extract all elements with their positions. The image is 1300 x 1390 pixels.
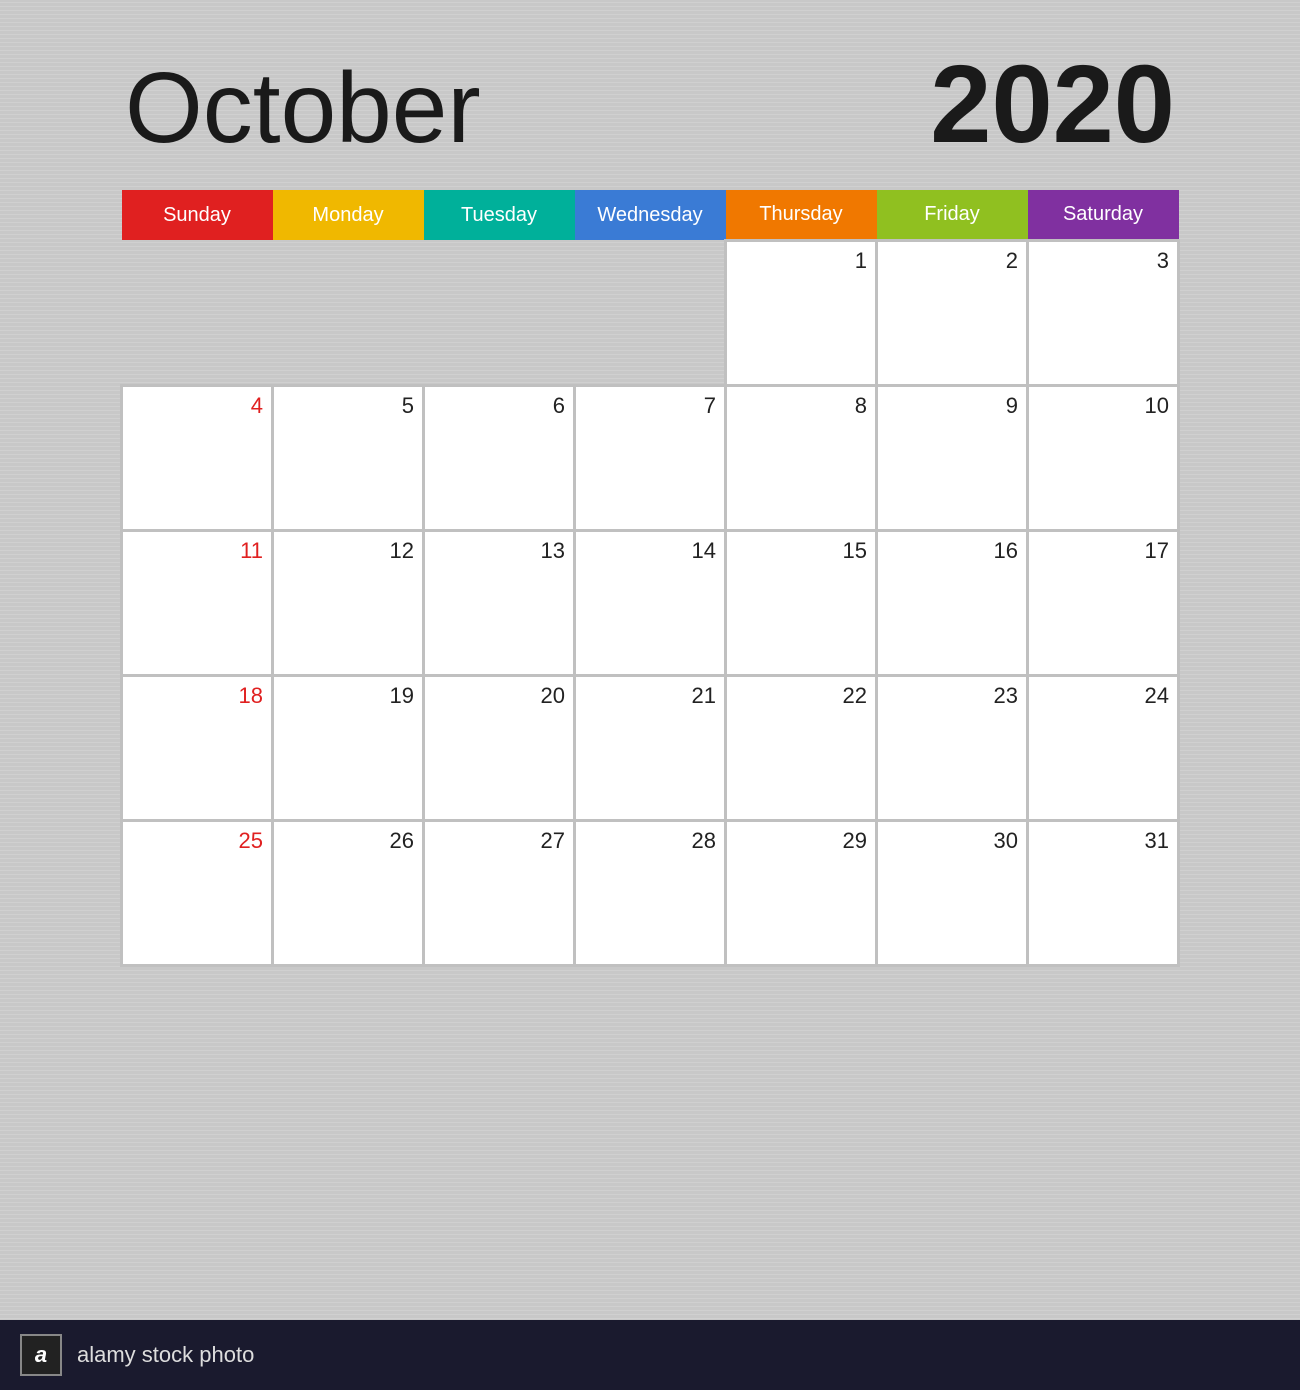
day-cell-2-4: 15 bbox=[726, 530, 877, 675]
month-title: October bbox=[125, 58, 481, 158]
day-cell-4-6: 31 bbox=[1028, 820, 1179, 965]
day-number-3: 3 bbox=[1029, 248, 1169, 274]
week-row-2: 456789 10 bbox=[122, 385, 1179, 530]
day-cell-0-2 bbox=[424, 240, 575, 385]
day-cell-3-3: 21 bbox=[575, 675, 726, 820]
day-cell-2-5: 16 bbox=[877, 530, 1028, 675]
day-number-19: 19 bbox=[274, 683, 414, 709]
day-cell-4-3: 28 bbox=[575, 820, 726, 965]
alamy-logo: a bbox=[20, 1334, 62, 1376]
day-number-2: 2 bbox=[878, 248, 1018, 274]
day-cell-4-1: 26 bbox=[273, 820, 424, 965]
day-number-1: 1 bbox=[727, 248, 867, 274]
day-number-9: 9 bbox=[878, 393, 1018, 419]
week-row-4: 18 19 20 21 22 23 24 bbox=[122, 675, 1179, 820]
day-cell-1-4: 8 bbox=[726, 385, 877, 530]
day-cell-3-2: 20 bbox=[424, 675, 575, 820]
day-cell-4-4: 29 bbox=[726, 820, 877, 965]
day-cell-1-0: 4 bbox=[122, 385, 273, 530]
day-cell-2-2: 13 bbox=[424, 530, 575, 675]
year-title: 2020 bbox=[930, 50, 1175, 160]
day-number-31: 31 bbox=[1029, 828, 1169, 854]
calendar-body: 1234567891011121314151617181920212223242… bbox=[122, 240, 1179, 965]
calendar: October 2020 SundayMondayTuesdayWednesda… bbox=[120, 50, 1180, 967]
day-cell-3-6: 24 bbox=[1028, 675, 1179, 820]
calendar-header: October 2020 bbox=[120, 50, 1180, 160]
header-monday: Monday bbox=[273, 190, 424, 240]
day-number-30: 30 bbox=[878, 828, 1018, 854]
day-number-8: 8 bbox=[727, 393, 867, 419]
day-cell-3-1: 19 bbox=[273, 675, 424, 820]
day-number-11: 11 bbox=[123, 538, 263, 564]
day-cell-0-1 bbox=[273, 240, 424, 385]
day-number-26: 26 bbox=[274, 828, 414, 854]
day-number-28: 28 bbox=[576, 828, 716, 854]
day-cell-1-2: 6 bbox=[424, 385, 575, 530]
week-row-1: 123 bbox=[122, 240, 1179, 385]
day-cell-0-3 bbox=[575, 240, 726, 385]
week-row-5: 25 26 27 28 29 30 31 bbox=[122, 820, 1179, 965]
calendar-grid: SundayMondayTuesdayWednesdayThursdayFrid… bbox=[120, 190, 1180, 967]
day-number-14: 14 bbox=[576, 538, 716, 564]
day-cell-2-1: 12 bbox=[273, 530, 424, 675]
day-number-4: 4 bbox=[123, 393, 263, 419]
day-number-10: 10 bbox=[1029, 393, 1169, 419]
header-friday: Friday bbox=[877, 190, 1028, 240]
day-cell-0-5: 2 bbox=[877, 240, 1028, 385]
day-number-21: 21 bbox=[576, 683, 716, 709]
day-cell-2-0: 11 bbox=[122, 530, 273, 675]
day-cell-1-6: 10 bbox=[1028, 385, 1179, 530]
day-number-5: 5 bbox=[274, 393, 414, 419]
header-tuesday: Tuesday bbox=[424, 190, 575, 240]
header-wednesday: Wednesday bbox=[575, 190, 726, 240]
alamy-logo-letter: a bbox=[35, 1342, 47, 1368]
day-number-18: 18 bbox=[123, 683, 263, 709]
day-cell-3-0: 18 bbox=[122, 675, 273, 820]
week-row-3: 11 12 13 14 15 16 17 bbox=[122, 530, 1179, 675]
header-thursday: Thursday bbox=[726, 190, 877, 240]
day-number-20: 20 bbox=[425, 683, 565, 709]
day-cell-4-0: 25 bbox=[122, 820, 273, 965]
day-cell-2-3: 14 bbox=[575, 530, 726, 675]
day-number-13: 13 bbox=[425, 538, 565, 564]
day-number-29: 29 bbox=[727, 828, 867, 854]
day-number-16: 16 bbox=[878, 538, 1018, 564]
day-cell-0-4: 1 bbox=[726, 240, 877, 385]
header-sunday: Sunday bbox=[122, 190, 273, 240]
day-cell-3-5: 23 bbox=[877, 675, 1028, 820]
alamy-brand-text: alamy stock photo bbox=[77, 1342, 254, 1368]
header-saturday: Saturday bbox=[1028, 190, 1179, 240]
day-number-27: 27 bbox=[425, 828, 565, 854]
days-header-row: SundayMondayTuesdayWednesdayThursdayFrid… bbox=[122, 190, 1179, 240]
day-cell-0-0 bbox=[122, 240, 273, 385]
day-cell-4-5: 30 bbox=[877, 820, 1028, 965]
day-number-12: 12 bbox=[274, 538, 414, 564]
day-cell-1-3: 7 bbox=[575, 385, 726, 530]
day-number-25: 25 bbox=[123, 828, 263, 854]
day-number-24: 24 bbox=[1029, 683, 1169, 709]
day-cell-1-5: 9 bbox=[877, 385, 1028, 530]
day-number-15: 15 bbox=[727, 538, 867, 564]
day-number-6: 6 bbox=[425, 393, 565, 419]
bottom-bar: a alamy stock photo bbox=[0, 1320, 1300, 1390]
day-number-23: 23 bbox=[878, 683, 1018, 709]
day-cell-4-2: 27 bbox=[424, 820, 575, 965]
day-cell-0-6: 3 bbox=[1028, 240, 1179, 385]
day-cell-3-4: 22 bbox=[726, 675, 877, 820]
day-cell-1-1: 5 bbox=[273, 385, 424, 530]
day-number-22: 22 bbox=[727, 683, 867, 709]
day-cell-2-6: 17 bbox=[1028, 530, 1179, 675]
day-number-17: 17 bbox=[1029, 538, 1169, 564]
day-number-7: 7 bbox=[576, 393, 716, 419]
